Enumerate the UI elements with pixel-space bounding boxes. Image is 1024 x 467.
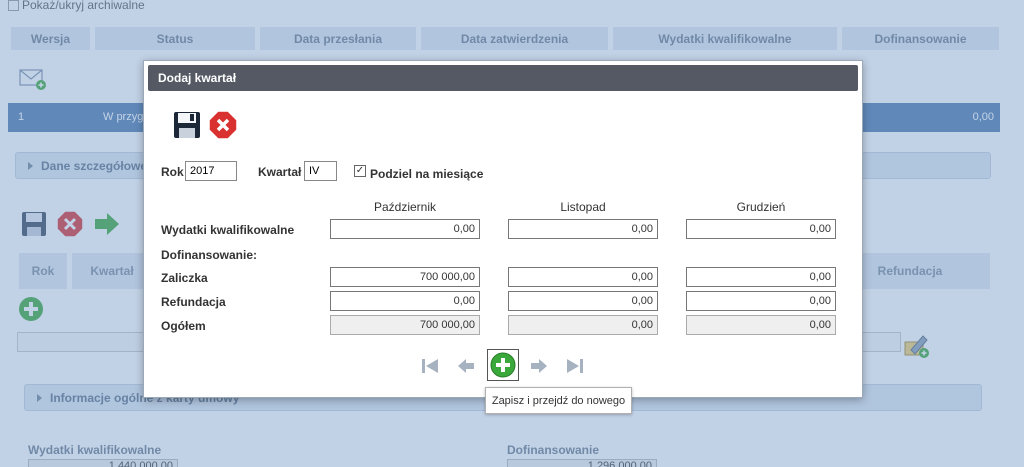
previous-record-icon[interactable] xyxy=(455,355,477,377)
ogolem-october: 700 000,00 xyxy=(330,315,480,335)
wydatki-october[interactable]: 0,00 xyxy=(330,219,480,239)
ogolem-november: 0,00 xyxy=(508,315,658,335)
refundacja-november[interactable]: 0,00 xyxy=(508,291,658,311)
save-icon[interactable] xyxy=(172,110,202,140)
podzial-checkbox[interactable]: ✓ xyxy=(354,165,366,177)
month-header-1: Październik xyxy=(373,200,437,214)
wydatki-row-label: Wydatki kwalifikowalne xyxy=(161,223,295,237)
wydatki-december[interactable]: 0,00 xyxy=(686,219,836,239)
last-record-icon[interactable] xyxy=(564,355,586,377)
zaliczka-row-label: Zaliczka xyxy=(161,271,208,285)
save-and-new-button[interactable] xyxy=(487,349,519,381)
refundacja-row-label: Refundacja xyxy=(161,295,226,309)
month-header-3: Grudzień xyxy=(736,200,786,214)
ogolem-december: 0,00 xyxy=(686,315,836,335)
dialog-title: Dodaj kwartał xyxy=(146,63,860,93)
add-quarter-dialog: Dodaj kwartał Rok Kwartał ✓ Podziel na m… xyxy=(143,60,863,398)
rok-label: Rok xyxy=(161,165,184,179)
refundacja-december[interactable]: 0,00 xyxy=(686,291,836,311)
cancel-icon[interactable] xyxy=(208,110,238,140)
ogolem-row-label: Ogółem xyxy=(161,319,206,333)
podzial-label: Podziel na miesiące xyxy=(370,167,484,181)
rok-input[interactable] xyxy=(185,161,237,181)
zaliczka-november[interactable]: 0,00 xyxy=(508,267,658,287)
refundacja-october[interactable]: 0,00 xyxy=(330,291,480,311)
zaliczka-october[interactable]: 700 000,00 xyxy=(330,267,480,287)
kwartal-input[interactable] xyxy=(304,161,337,181)
next-record-icon[interactable] xyxy=(528,355,550,377)
wydatki-november[interactable]: 0,00 xyxy=(508,219,658,239)
zaliczka-december[interactable]: 0,00 xyxy=(686,267,836,287)
dofinansowanie-heading: Dofinansowanie: xyxy=(161,248,258,262)
month-header-2: Listopad xyxy=(560,200,606,214)
kwartal-label: Kwartał xyxy=(258,165,302,179)
first-record-icon[interactable] xyxy=(419,355,441,377)
add-icon xyxy=(490,352,516,378)
tooltip: Zapisz i przejdź do nowego xyxy=(485,387,632,414)
